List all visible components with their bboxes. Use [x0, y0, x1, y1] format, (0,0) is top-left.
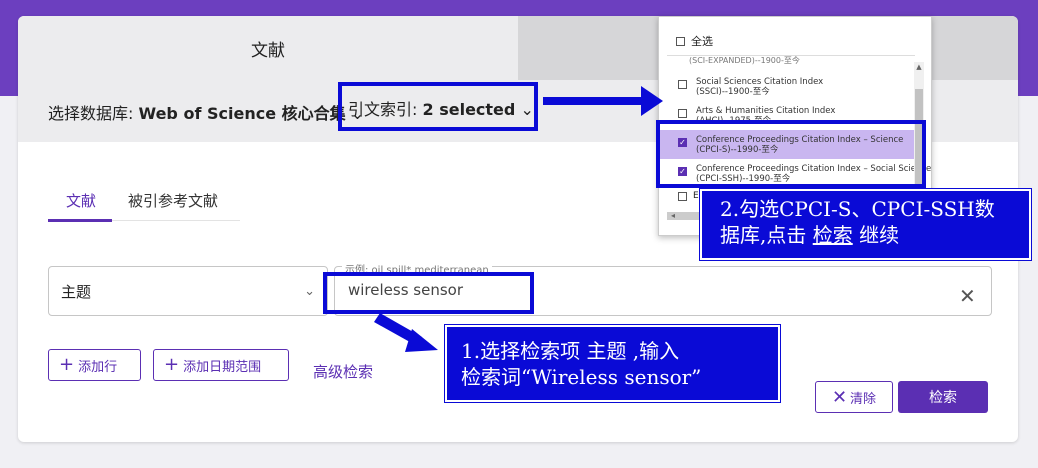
arrow-head-right [641, 86, 663, 116]
annotation-line: 2.勾选CPCI-S、CPCI-SSH数 [720, 197, 995, 221]
annotation-line: 据库,点击 检索 继续 [720, 222, 1029, 248]
annotation-step-2: 2.勾选CPCI-S、CPCI-SSH数 据库,点击 检索 继续 [699, 188, 1032, 261]
annotation-line: 1.选择检索项 主题 ,输入 [461, 339, 680, 363]
annotation-text: 继续 [852, 223, 900, 247]
annotation-step-1: 1.选择检索项 主题 ,输入 检索词“Wireless sensor” [444, 324, 781, 403]
annotation-text: 据库,点击 [720, 223, 813, 247]
annotation-line: 检索词“Wireless sensor” [461, 365, 702, 389]
annotation-search-link: 检索 [812, 223, 853, 247]
arrow-shaft-right [543, 97, 643, 105]
